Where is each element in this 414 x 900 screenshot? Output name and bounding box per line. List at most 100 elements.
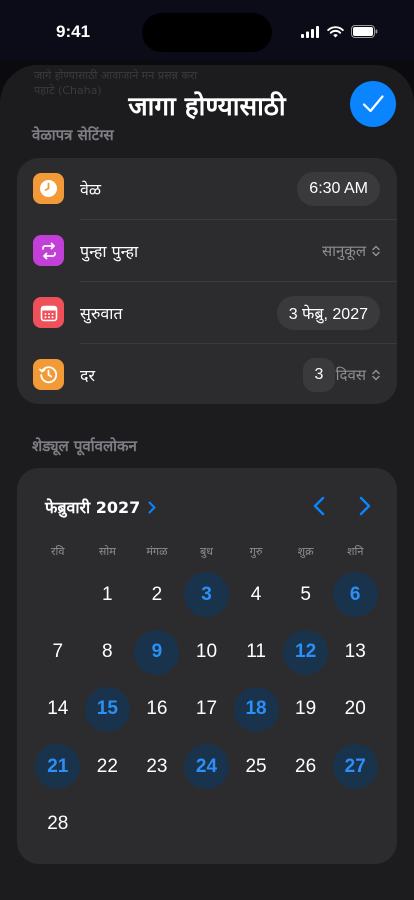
- calendar-day[interactable]: 28: [33, 796, 83, 853]
- history-icon: [33, 359, 64, 390]
- clock-icon: [33, 173, 64, 204]
- time-value-pill[interactable]: 6:30 AM: [297, 172, 380, 206]
- previous-month-button[interactable]: [305, 492, 333, 520]
- done-button[interactable]: [350, 81, 396, 127]
- interval-label: दर: [80, 366, 96, 385]
- day-number: 10: [195, 641, 218, 663]
- schedule-preview-calendar: फेब्रुवारी 2027 रवि सोम मंगळ बुध गुरु शु…: [17, 468, 397, 864]
- start-label: सुरुवात: [80, 304, 123, 323]
- weekday-label: बुध: [199, 545, 214, 558]
- day-number: 9: [134, 629, 180, 675]
- alarm-sheet: जागे होण्यासाठी आवाजाने मन प्रसन्न करा प…: [0, 65, 414, 900]
- chevron-right-icon: [359, 496, 371, 516]
- day-number: 5: [300, 583, 311, 605]
- dynamic-island: [142, 13, 272, 52]
- calendar-day[interactable]: 10: [182, 623, 232, 680]
- day-number: 23: [146, 755, 168, 777]
- day-number: 28: [47, 813, 69, 835]
- day-number: 24: [183, 744, 229, 790]
- day-number: 15: [84, 686, 130, 732]
- scheduled-day[interactable]: 12: [281, 623, 331, 680]
- calendar-day[interactable]: 23: [132, 738, 182, 795]
- day-number: 18: [233, 686, 279, 732]
- day-number: 21: [35, 744, 81, 790]
- calendar-day[interactable]: 25: [231, 738, 281, 795]
- day-number: 8: [102, 641, 113, 663]
- day-number: 16: [146, 698, 168, 720]
- calendar-day[interactable]: 5: [281, 566, 331, 623]
- empty-day-cell: [33, 566, 83, 623]
- scheduled-day[interactable]: 3: [182, 566, 232, 623]
- interval-unit-value: दिवस: [335, 366, 366, 384]
- scheduled-day[interactable]: 9: [132, 623, 182, 680]
- calendar-day[interactable]: 13: [330, 623, 380, 680]
- calendar-day[interactable]: 14: [33, 681, 83, 738]
- repeat-icon: [33, 235, 64, 266]
- weekday-label: मंगळ: [146, 545, 168, 558]
- wifi-icon: [327, 25, 344, 37]
- repeat-select[interactable]: सानुकूल: [322, 241, 380, 261]
- repeat-value: सानुकूल: [321, 242, 366, 260]
- cellular-signal-icon: [301, 25, 319, 38]
- repeat-row[interactable]: पुन्हा पुन्हा सानुकूल: [17, 220, 397, 282]
- day-number: 2: [151, 583, 163, 605]
- weekday-label: शनि: [346, 545, 364, 558]
- interval-unit-select[interactable]: दिवस: [336, 365, 380, 385]
- start-date-pill[interactable]: 3 फेब्रु, 2027: [276, 296, 380, 330]
- checkmark-icon: [362, 95, 384, 113]
- schedule-settings-card: वेळ 6:30 AM पुन्हा पुन्हा सानुकूल सुरुवा…: [17, 158, 397, 404]
- day-number: 19: [295, 698, 317, 720]
- repeat-label: पुन्हा पुन्हा: [80, 242, 139, 261]
- day-number: 27: [332, 744, 378, 790]
- day-number: 26: [295, 755, 317, 777]
- day-number: 12: [283, 629, 329, 675]
- interval-row[interactable]: दर 3 दिवस: [17, 344, 397, 406]
- scheduled-day[interactable]: 15: [83, 681, 133, 738]
- calendar-day[interactable]: 2: [132, 566, 182, 623]
- day-number: 13: [344, 641, 366, 663]
- schedule-section-label: वेळापत्र सेटिंग्स: [32, 126, 114, 144]
- calendar-day[interactable]: 19: [281, 681, 331, 738]
- calendar-day[interactable]: 16: [132, 681, 182, 738]
- calendar-day[interactable]: 1: [83, 566, 133, 623]
- scheduled-day[interactable]: 27: [330, 738, 380, 795]
- calendar-icon: [33, 297, 64, 328]
- calendar-day[interactable]: 26: [281, 738, 331, 795]
- day-number: 25: [245, 755, 267, 777]
- next-month-button[interactable]: [351, 492, 379, 520]
- day-number: 22: [96, 755, 118, 777]
- month-title: फेब्रुवारी 2027: [45, 498, 141, 517]
- weekday-label: सोम: [98, 545, 116, 558]
- month-picker[interactable]: फेब्रुवारी 2027: [45, 496, 156, 518]
- scheduled-day[interactable]: 6: [330, 566, 380, 623]
- day-number: 17: [195, 698, 218, 720]
- status-bar: 9:41: [0, 0, 414, 60]
- day-number: 4: [250, 583, 262, 605]
- day-number: 7: [52, 641, 64, 663]
- calendar-day[interactable]: 20: [330, 681, 380, 738]
- calendar-day[interactable]: 11: [231, 623, 281, 680]
- start-row[interactable]: सुरुवात 3 फेब्रु, 2027: [17, 282, 397, 344]
- weekday-label: शुक्र: [297, 545, 314, 558]
- day-number: 3: [183, 572, 229, 618]
- preview-section-label: शेड्यूल पूर्वावलोकन: [32, 437, 137, 455]
- chevron-updown-icon: [372, 245, 380, 257]
- day-number: 11: [246, 641, 266, 663]
- chevron-left-icon: [313, 496, 325, 516]
- calendar-day[interactable]: 8: [83, 623, 133, 680]
- calendar-day[interactable]: 7: [33, 623, 83, 680]
- time-label: वेळ: [80, 180, 102, 199]
- day-number: 6: [332, 572, 378, 618]
- scheduled-day[interactable]: 21: [33, 738, 83, 795]
- chevron-right-small-icon: [148, 501, 156, 513]
- day-number: 1: [102, 583, 113, 605]
- weekday-label: गुरु: [249, 545, 263, 558]
- interval-number-input[interactable]: 3: [303, 358, 335, 392]
- calendar-day[interactable]: 22: [83, 738, 133, 795]
- scheduled-day[interactable]: 24: [182, 738, 232, 795]
- status-time: 9:41: [56, 22, 91, 41]
- time-row[interactable]: वेळ 6:30 AM: [17, 158, 397, 220]
- scheduled-day[interactable]: 18: [231, 681, 281, 738]
- calendar-day[interactable]: 4: [231, 566, 281, 623]
- calendar-day[interactable]: 17: [182, 681, 232, 738]
